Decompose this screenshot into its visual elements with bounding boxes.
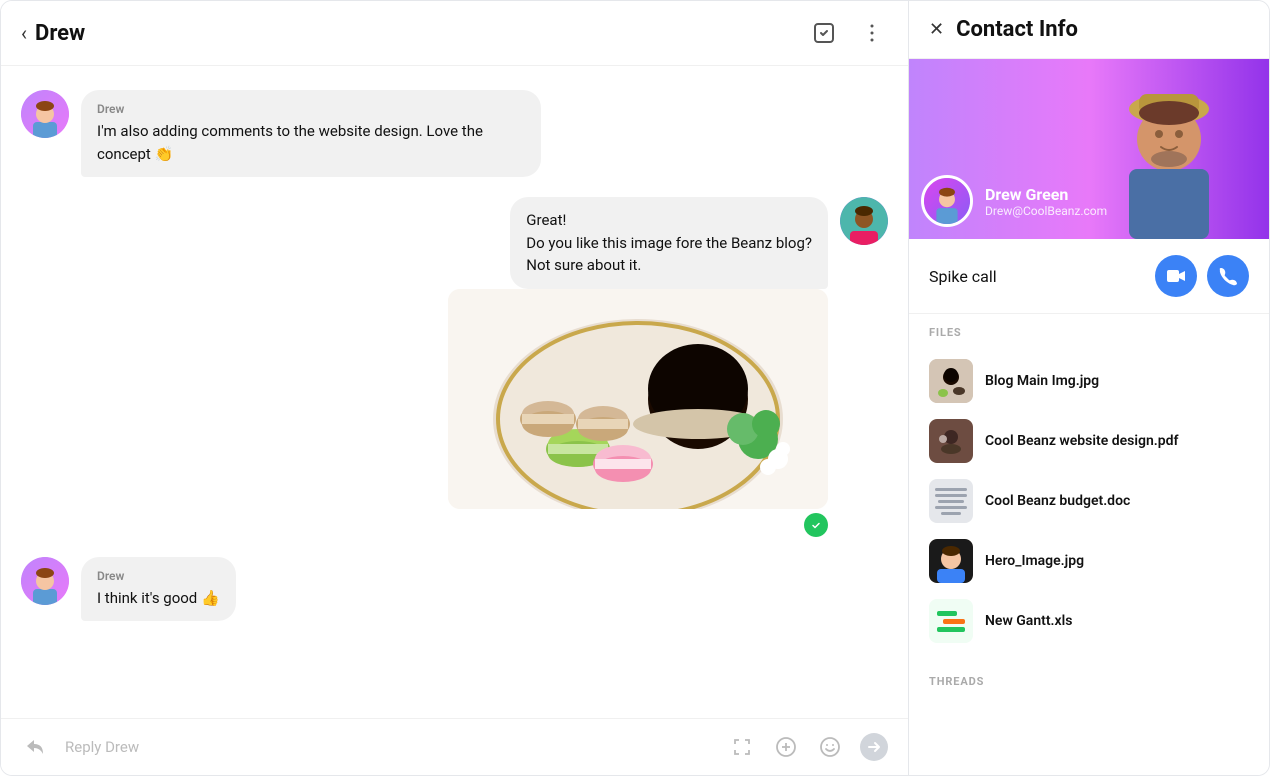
file-item-2[interactable]: Cool Beanz website design.pdf — [929, 411, 1249, 471]
message-outgoing-1: Great!Do you like this image fore the Be… — [21, 197, 888, 537]
avatar-outgoing — [840, 197, 888, 245]
check-square-icon[interactable] — [808, 17, 840, 49]
avatar-drew-2 — [21, 557, 69, 605]
file-name-1: Blog Main Img.jpg — [985, 373, 1099, 389]
chat-panel: ‹ Drew — [1, 1, 909, 775]
contact-panel: ✕ Contact Info — [909, 1, 1269, 775]
more-vertical-icon[interactable] — [856, 17, 888, 49]
avatar-drew — [21, 90, 69, 138]
bubble-text-outgoing: Great!Do you like this image fore the Be… — [526, 209, 812, 277]
call-buttons — [1155, 255, 1249, 297]
contact-info-title: Contact Info — [956, 17, 1078, 42]
contact-avatar-small — [921, 175, 973, 227]
file-name-3: Cool Beanz budget.doc — [985, 493, 1130, 509]
bubble-outgoing-1: Great!Do you like this image fore the Be… — [510, 197, 828, 289]
files-section: FILES Blog Main Img.jpg — [909, 314, 1269, 663]
contact-email: Drew@CoolBeanz.com — [985, 204, 1107, 218]
contact-name-info: Drew Green Drew@CoolBeanz.com — [985, 185, 1107, 218]
send-icon[interactable] — [860, 733, 888, 761]
reply-input-placeholder[interactable]: Reply Drew — [65, 738, 712, 756]
file-item-4[interactable]: Hero_Image.jpg — [929, 531, 1249, 591]
chat-header-left: ‹ Drew — [21, 21, 85, 46]
file-thumb-2 — [929, 419, 973, 463]
outgoing-content: Great!Do you like this image fore the Be… — [448, 197, 828, 537]
bubble-text-2: I think it's good 👍 — [97, 587, 220, 610]
message-incoming-1: Drew I'm also adding comments to the web… — [21, 90, 888, 177]
threads-section: THREADS — [909, 663, 1269, 712]
emoji-icon[interactable] — [816, 733, 844, 761]
contact-header: ✕ Contact Info — [909, 1, 1269, 59]
close-icon[interactable]: ✕ — [929, 19, 944, 40]
file-name-2: Cool Beanz website design.pdf — [985, 433, 1178, 449]
sender-name-2: Drew — [97, 569, 220, 583]
messages-area: Drew I'm also adding comments to the web… — [1, 66, 908, 718]
app-container: ‹ Drew — [0, 0, 1270, 776]
threads-section-label: THREADS — [929, 675, 1249, 688]
file-thumb-3 — [929, 479, 973, 523]
file-thumb-4 — [929, 539, 973, 583]
file-item-5[interactable]: New Gantt.xls — [929, 591, 1249, 651]
food-image — [448, 289, 828, 509]
file-name-5: New Gantt.xls — [985, 613, 1072, 629]
bubble-incoming-2: Drew I think it's good 👍 — [81, 557, 236, 622]
reply-icon[interactable] — [21, 733, 49, 761]
file-name-4: Hero_Image.jpg — [985, 553, 1084, 569]
chat-header-right — [808, 17, 888, 49]
spike-call-section: Spike call — [909, 239, 1269, 314]
contact-info-overlay: Drew Green Drew@CoolBeanz.com — [921, 175, 1107, 227]
bubble-text-1: I'm also adding comments to the website … — [97, 120, 525, 165]
expand-icon[interactable] — [728, 733, 756, 761]
chat-header: ‹ Drew — [1, 1, 908, 66]
file-item-3[interactable]: Cool Beanz budget.doc — [929, 471, 1249, 531]
message-status-icon — [804, 513, 828, 537]
contact-hero: Drew Green Drew@CoolBeanz.com — [909, 59, 1269, 239]
back-button[interactable]: ‹ — [21, 21, 27, 45]
bubble-incoming-1: Drew I'm also adding comments to the web… — [81, 90, 541, 177]
files-section-label: FILES — [929, 326, 1249, 339]
video-call-button[interactable] — [1155, 255, 1197, 297]
plus-circle-icon[interactable] — [772, 733, 800, 761]
file-item-1[interactable]: Blog Main Img.jpg — [929, 351, 1249, 411]
sender-name-1: Drew — [97, 102, 525, 116]
chat-title: Drew — [35, 21, 85, 46]
message-incoming-2: Drew I think it's good 👍 — [21, 557, 888, 622]
contact-name: Drew Green — [985, 185, 1107, 204]
file-thumb-1 — [929, 359, 973, 403]
spike-call-label: Spike call — [929, 267, 997, 286]
phone-call-button[interactable] — [1207, 255, 1249, 297]
file-thumb-5 — [929, 599, 973, 643]
reply-bar: Reply Drew — [1, 718, 908, 775]
